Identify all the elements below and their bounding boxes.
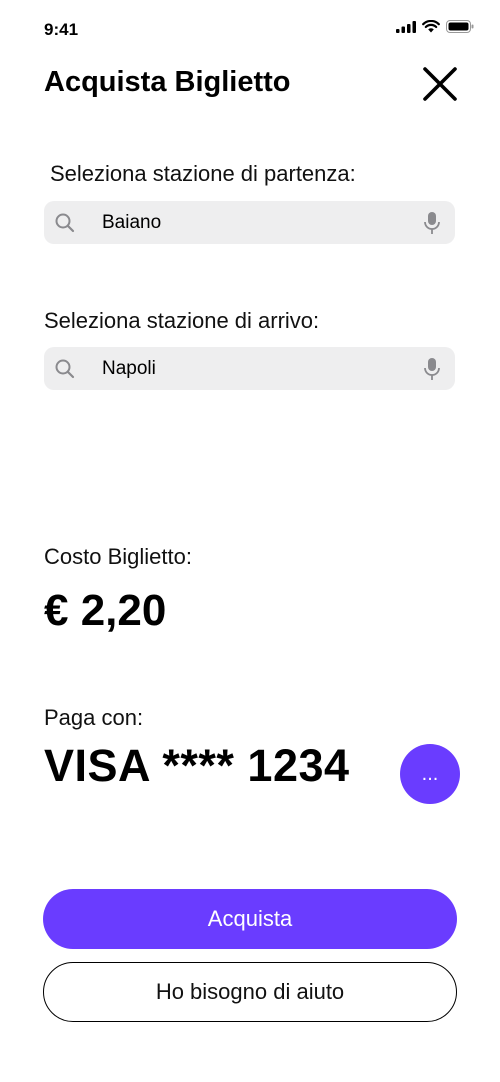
microphone-icon[interactable]	[422, 210, 442, 236]
cost-label: Costo Biglietto:	[44, 544, 192, 569]
payment-card: VISA **** 1234	[44, 740, 350, 791]
search-icon	[55, 213, 75, 232]
ticket-price: € 2,20	[44, 586, 167, 635]
search-icon	[55, 359, 75, 378]
departure-station-value[interactable]: Baiano	[102, 212, 422, 234]
departure-search-field[interactable]: Baiano	[44, 201, 455, 244]
page-title: Acquista Biglietto	[44, 66, 291, 98]
buy-button[interactable]: Acquista	[43, 889, 457, 949]
battery-icon	[446, 20, 474, 33]
status-icons	[396, 20, 474, 33]
more-icon: ...	[421, 762, 439, 785]
arrival-search-field[interactable]: Napoli	[44, 347, 455, 390]
buy-ticket-screen: 9:41 Acquista Biglietto Seleziona stazio…	[0, 0, 500, 1082]
status-time: 9:41	[44, 20, 79, 39]
wifi-icon	[422, 20, 440, 33]
cellular-signal-icon	[396, 20, 416, 33]
departure-label: Seleziona stazione di partenza:	[50, 161, 356, 186]
close-button[interactable]	[418, 62, 462, 106]
close-icon	[423, 67, 457, 101]
payment-label: Paga con:	[44, 705, 144, 730]
arrival-station-value[interactable]: Napoli	[102, 358, 422, 380]
help-button[interactable]: Ho bisogno di aiuto	[43, 962, 457, 1022]
microphone-icon[interactable]	[422, 356, 442, 382]
payment-options-button[interactable]: ...	[400, 744, 460, 804]
arrival-label: Seleziona stazione di arrivo:	[44, 308, 320, 333]
